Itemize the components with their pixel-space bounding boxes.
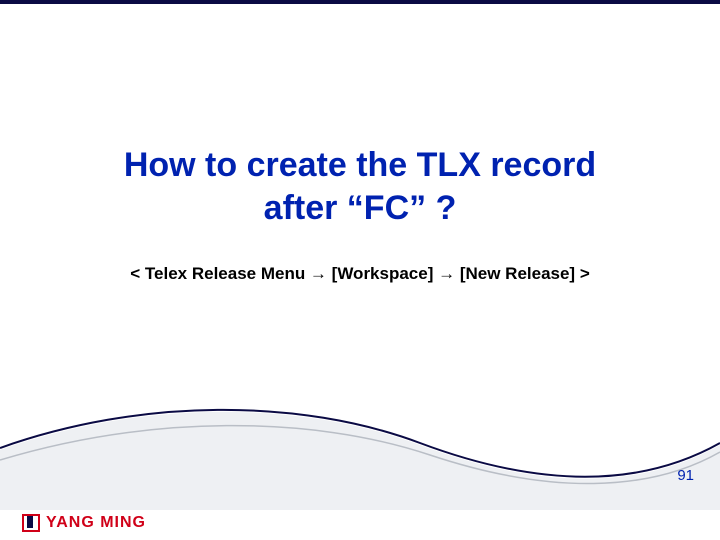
title-line-1: How to create the TLX record [124,146,596,184]
wave-decoration [0,390,720,510]
page-number: 91 [677,467,694,484]
logo-mark-icon [22,514,40,532]
slide-title: How to create the TLX record after “FC” … [60,144,660,229]
slide-subtitle: < Telex Release Menu → [Workspace] → [Ne… [60,264,660,284]
slide: How to create the TLX record after “FC” … [0,0,720,540]
logo-text: YANG MING [46,514,146,532]
brand-logo: YANG MING [22,514,146,532]
title-line-2: after “FC” ? [264,189,457,227]
